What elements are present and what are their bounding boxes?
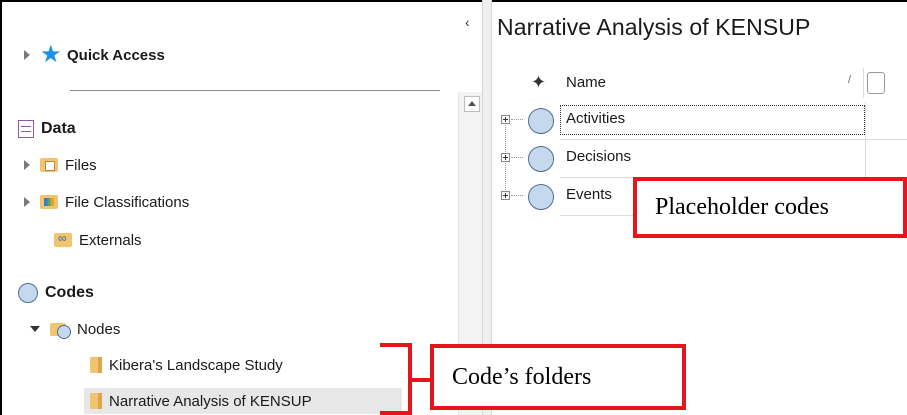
data-section-label: Data bbox=[41, 120, 76, 137]
annotation-label: Code’s folders bbox=[452, 363, 592, 390]
expand-plus-icon[interactable] bbox=[501, 115, 510, 124]
collapse-arrow-icon[interactable] bbox=[30, 326, 40, 332]
files-folder-icon bbox=[40, 158, 58, 172]
nav-item-files[interactable]: Files bbox=[24, 152, 97, 178]
code-circle-icon bbox=[18, 283, 38, 303]
nav-codes-section[interactable]: Codes bbox=[18, 280, 94, 306]
column-divider bbox=[865, 102, 866, 140]
nav-quick-access[interactable]: ★ Quick Access bbox=[24, 42, 165, 68]
code-circle-icon bbox=[528, 108, 554, 134]
tree-connector bbox=[511, 119, 523, 120]
annotation-code-folders: Code’s folders bbox=[430, 344, 686, 410]
scroll-up-arrow-icon[interactable] bbox=[464, 96, 480, 112]
nav-item-externals[interactable]: Externals bbox=[54, 227, 142, 253]
expand-arrow-icon[interactable] bbox=[24, 160, 30, 170]
expand-plus-icon[interactable] bbox=[501, 153, 510, 162]
code-name: Decisions bbox=[566, 148, 632, 165]
column-divider bbox=[863, 68, 864, 98]
quick-access-label: Quick Access bbox=[67, 46, 165, 64]
nav-item-file-classifications[interactable]: File Classifications bbox=[24, 189, 189, 215]
database-icon bbox=[18, 120, 34, 138]
nodes-folder-icon bbox=[50, 321, 71, 339]
code-name: Events bbox=[566, 186, 612, 203]
sort-indicator: / bbox=[848, 74, 852, 86]
annotation-label: Placeholder codes bbox=[655, 194, 829, 220]
collapse-pane-chevron-icon[interactable]: ‹ bbox=[465, 14, 470, 30]
code-circle-icon bbox=[528, 146, 554, 172]
nav-divider bbox=[70, 90, 440, 91]
classifications-folder-icon bbox=[40, 195, 58, 209]
annotation-placeholder-codes: Placeholder codes bbox=[633, 177, 907, 238]
tree-connector bbox=[511, 195, 523, 196]
star-icon: ★ bbox=[40, 41, 62, 68]
nav-item-label: Nodes bbox=[77, 320, 121, 338]
nav-item-label: Files bbox=[65, 156, 97, 174]
tree-connector bbox=[511, 157, 523, 158]
expand-arrow-icon[interactable] bbox=[24, 197, 30, 207]
folder-icon bbox=[90, 357, 102, 373]
codes-section-label: Codes bbox=[45, 284, 94, 301]
nav-folder-kibera[interactable]: Kibera's Landscape Study bbox=[90, 352, 283, 378]
pin-icon[interactable]: ✦ bbox=[531, 72, 546, 93]
code-circle-icon bbox=[528, 184, 554, 210]
annotation-bracket bbox=[380, 343, 412, 415]
files-column-icon[interactable] bbox=[867, 72, 885, 94]
page-title: Narrative Analysis of KENSUP bbox=[497, 14, 811, 40]
nav-item-label: File Classifications bbox=[65, 193, 190, 211]
nav-folder-narrative-selected[interactable]: Narrative Analysis of KENSUP bbox=[84, 388, 402, 414]
column-header-name[interactable]: Name bbox=[566, 74, 606, 91]
nav-item-label: Narrative Analysis of KENSUP bbox=[109, 392, 312, 410]
folder-icon bbox=[90, 393, 102, 409]
grid-header: ✦ Name / bbox=[497, 66, 907, 102]
nav-data-section[interactable]: Data bbox=[18, 116, 76, 142]
externals-folder-icon bbox=[54, 231, 72, 247]
nav-item-label: Kibera's Landscape Study bbox=[109, 356, 283, 374]
expand-arrow-icon[interactable] bbox=[24, 50, 30, 60]
table-row[interactable]: Activities bbox=[497, 102, 907, 140]
code-name: Activities bbox=[566, 110, 626, 127]
annotation-bracket-connector bbox=[410, 378, 432, 382]
nav-item-nodes[interactable]: Nodes bbox=[30, 316, 120, 342]
column-divider bbox=[865, 140, 866, 178]
expand-plus-icon[interactable] bbox=[501, 191, 510, 200]
table-row[interactable]: Decisions bbox=[497, 140, 907, 178]
nav-item-label: Externals bbox=[79, 231, 142, 249]
